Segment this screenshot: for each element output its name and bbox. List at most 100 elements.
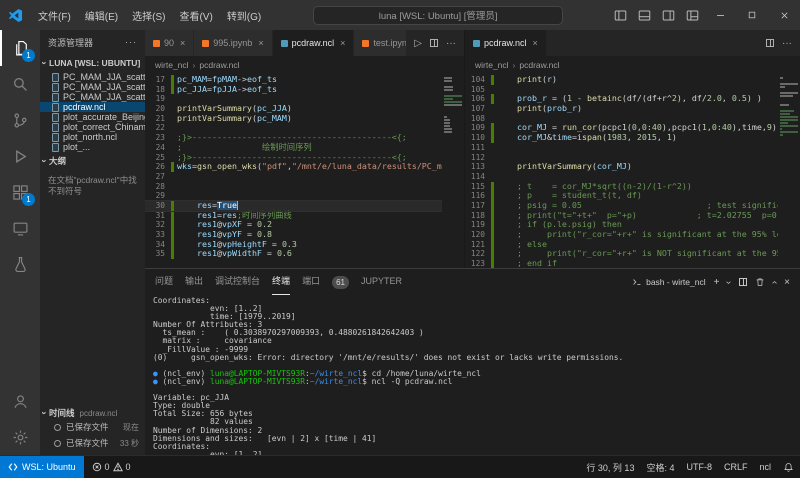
code-line: 110 cor_MJ&time=ispan(1983, 2015, 1) [465,133,778,143]
accounts-icon[interactable] [0,383,40,419]
editor-left[interactable]: 17pc_MAM=fpMAM->eof_ts18pc_JJA=fpJJA->eo… [145,74,464,268]
git-gutter-decoration [491,153,494,163]
status-item[interactable]: UTF-8 [686,462,712,472]
status-item[interactable]: CRLF [724,462,748,472]
kill-terminal-icon[interactable] [755,277,765,287]
menu-item[interactable]: 编辑(E) [78,5,125,26]
panel-tab[interactable]: 调试控制台 [215,269,260,295]
timeline-label: 已保存文件 [66,421,109,433]
file-icon [52,113,59,122]
run-icon[interactable]: ▷ [414,38,422,49]
split-terminal-icon[interactable] [739,278,747,286]
close-icon[interactable]: × [180,38,185,48]
panel-tab[interactable]: 问题 [155,269,173,295]
source-control-icon[interactable] [0,102,40,138]
file-name: plot_north.ncl [63,132,117,142]
code-text: wks=gsn_open_wks("pdf","/mnt/e/luna_data… [177,162,442,172]
breadcrumb-item[interactable]: pcdraw.ncl [199,60,239,70]
close-icon[interactable]: × [340,38,345,48]
terminal-dropdown-icon[interactable]: › [724,280,735,283]
minimap-right[interactable] [778,74,800,268]
more-actions-icon[interactable]: ··· [782,38,792,49]
toggle-panel-icon[interactable] [632,0,656,30]
menu-item[interactable]: 文件(F) [31,5,78,26]
file-item[interactable]: plot_accurate_Beijing... [40,112,145,122]
terminal-output[interactable]: Coordinates: evn: [1..2] time: [1979..20… [145,295,800,455]
minimap-line [444,77,452,79]
close-icon[interactable]: × [258,38,263,48]
minimap-line [780,77,783,79]
file-item[interactable]: PC_MAM_JJA_scatter... [40,72,145,82]
file-item[interactable]: plot_... [40,142,145,152]
run-debug-icon[interactable] [0,138,40,174]
editor-tab[interactable]: pcdraw.ncl × [273,30,355,56]
workspace-section-header[interactable]: › LUNA [WSL: UBUNTU] [40,54,145,72]
editor-tab[interactable]: test.ipynb× [354,30,406,56]
testing-icon[interactable] [0,246,40,282]
panel-tab[interactable]: 端口 [302,269,320,295]
editor-tab[interactable]: 90× [145,30,194,56]
breadcrumb-item[interactable]: pcdraw.ncl [519,60,559,70]
menu-item[interactable]: 查看(V) [172,5,219,26]
minimap-left[interactable] [442,74,464,268]
line-number: 25 [145,153,171,163]
split-editor-icon[interactable] [430,39,438,47]
breadcrumb-item[interactable]: wirte_ncl [155,60,189,70]
explorer-icon[interactable]: 1 [0,30,40,66]
toggle-secondary-sidebar-icon[interactable] [656,0,680,30]
panel-tabs: 问题输出调试控制台终端端口 61 JUPYTER [155,269,414,295]
code-line: 35 res1@vpWidthF = 0.6 [145,249,442,259]
terminal-instance[interactable]: bash - wirte_ncl [632,277,706,287]
breadcrumb-item[interactable]: wirte_ncl [475,60,509,70]
git-gutter-decoration [491,191,494,201]
panel-tab[interactable]: 输出 [185,269,203,295]
code-line: 27 [145,172,442,182]
extensions-icon[interactable]: 1 [0,174,40,210]
status-item[interactable]: 行 30, 列 13 [586,461,634,474]
settings-gear-icon[interactable] [0,419,40,455]
editor-tab[interactable]: pcdraw.ncl× [465,30,547,56]
chevron-down-icon: › [40,62,50,65]
timeline-item[interactable]: 已保存文件现在 [40,419,145,435]
file-type-icon [473,40,480,47]
problems-status[interactable]: 0 0 [84,462,139,472]
outline-section-header[interactable]: › 大纲 [40,152,145,170]
close-panel-icon[interactable]: × [784,277,790,288]
customize-layout-icon[interactable] [680,0,704,30]
minimize-button[interactable] [704,0,736,30]
status-item[interactable]: ncl [759,462,771,472]
editor-right[interactable]: 104 print(r)105106 prob_r = (1 - betainc… [465,74,800,268]
panel-tab[interactable]: 终端 [272,269,290,295]
status-item[interactable]: 空格: 4 [646,461,674,474]
more-actions-icon[interactable]: ··· [446,38,456,49]
timeline-item[interactable]: 已保存文件33 秒 [40,435,145,451]
timeline-section-header[interactable]: › 时间线 pcdraw.ncl [40,407,145,419]
file-item[interactable]: plot_correct_Chinama... [40,122,145,132]
tab-label: pcdraw.ncl [292,38,335,48]
editor-tab[interactable]: 995.ipynb × [194,30,272,56]
remote-explorer-icon[interactable] [0,210,40,246]
file-item[interactable]: plot_north.ncl [40,132,145,142]
maximize-button[interactable] [736,0,768,30]
file-item[interactable]: pcdraw.ncl [40,102,145,112]
notifications-bell-icon[interactable] [777,462,800,473]
menu-item[interactable]: 转到(G) [220,5,268,26]
command-center-search[interactable]: luna [WSL: Ubuntu] [管理员] [313,6,563,25]
panel-tab[interactable]: JUPYTER [361,269,402,295]
tab-label: 995.ipynb [213,38,252,48]
file-item[interactable]: PC_MAM_JJA_scatter... [40,92,145,102]
split-editor-icon[interactable] [766,39,774,47]
error-count: 0 [105,462,110,472]
new-terminal-icon[interactable]: + [714,277,720,288]
maximize-panel-icon[interactable]: › [769,280,780,283]
close-button[interactable] [768,0,800,30]
search-icon[interactable] [0,66,40,102]
menu-item[interactable]: 选择(S) [125,5,172,26]
minimap-line [444,101,462,103]
remote-indicator[interactable]: WSL: Ubuntu [0,456,84,478]
close-icon[interactable]: × [533,38,538,48]
file-item[interactable]: PC_MAM_JJA_scatter... [40,82,145,92]
sidebar-more-icon[interactable]: ··· [125,37,137,47]
panel-badge[interactable]: 61 [332,276,349,289]
toggle-sidebar-icon[interactable] [608,0,632,30]
